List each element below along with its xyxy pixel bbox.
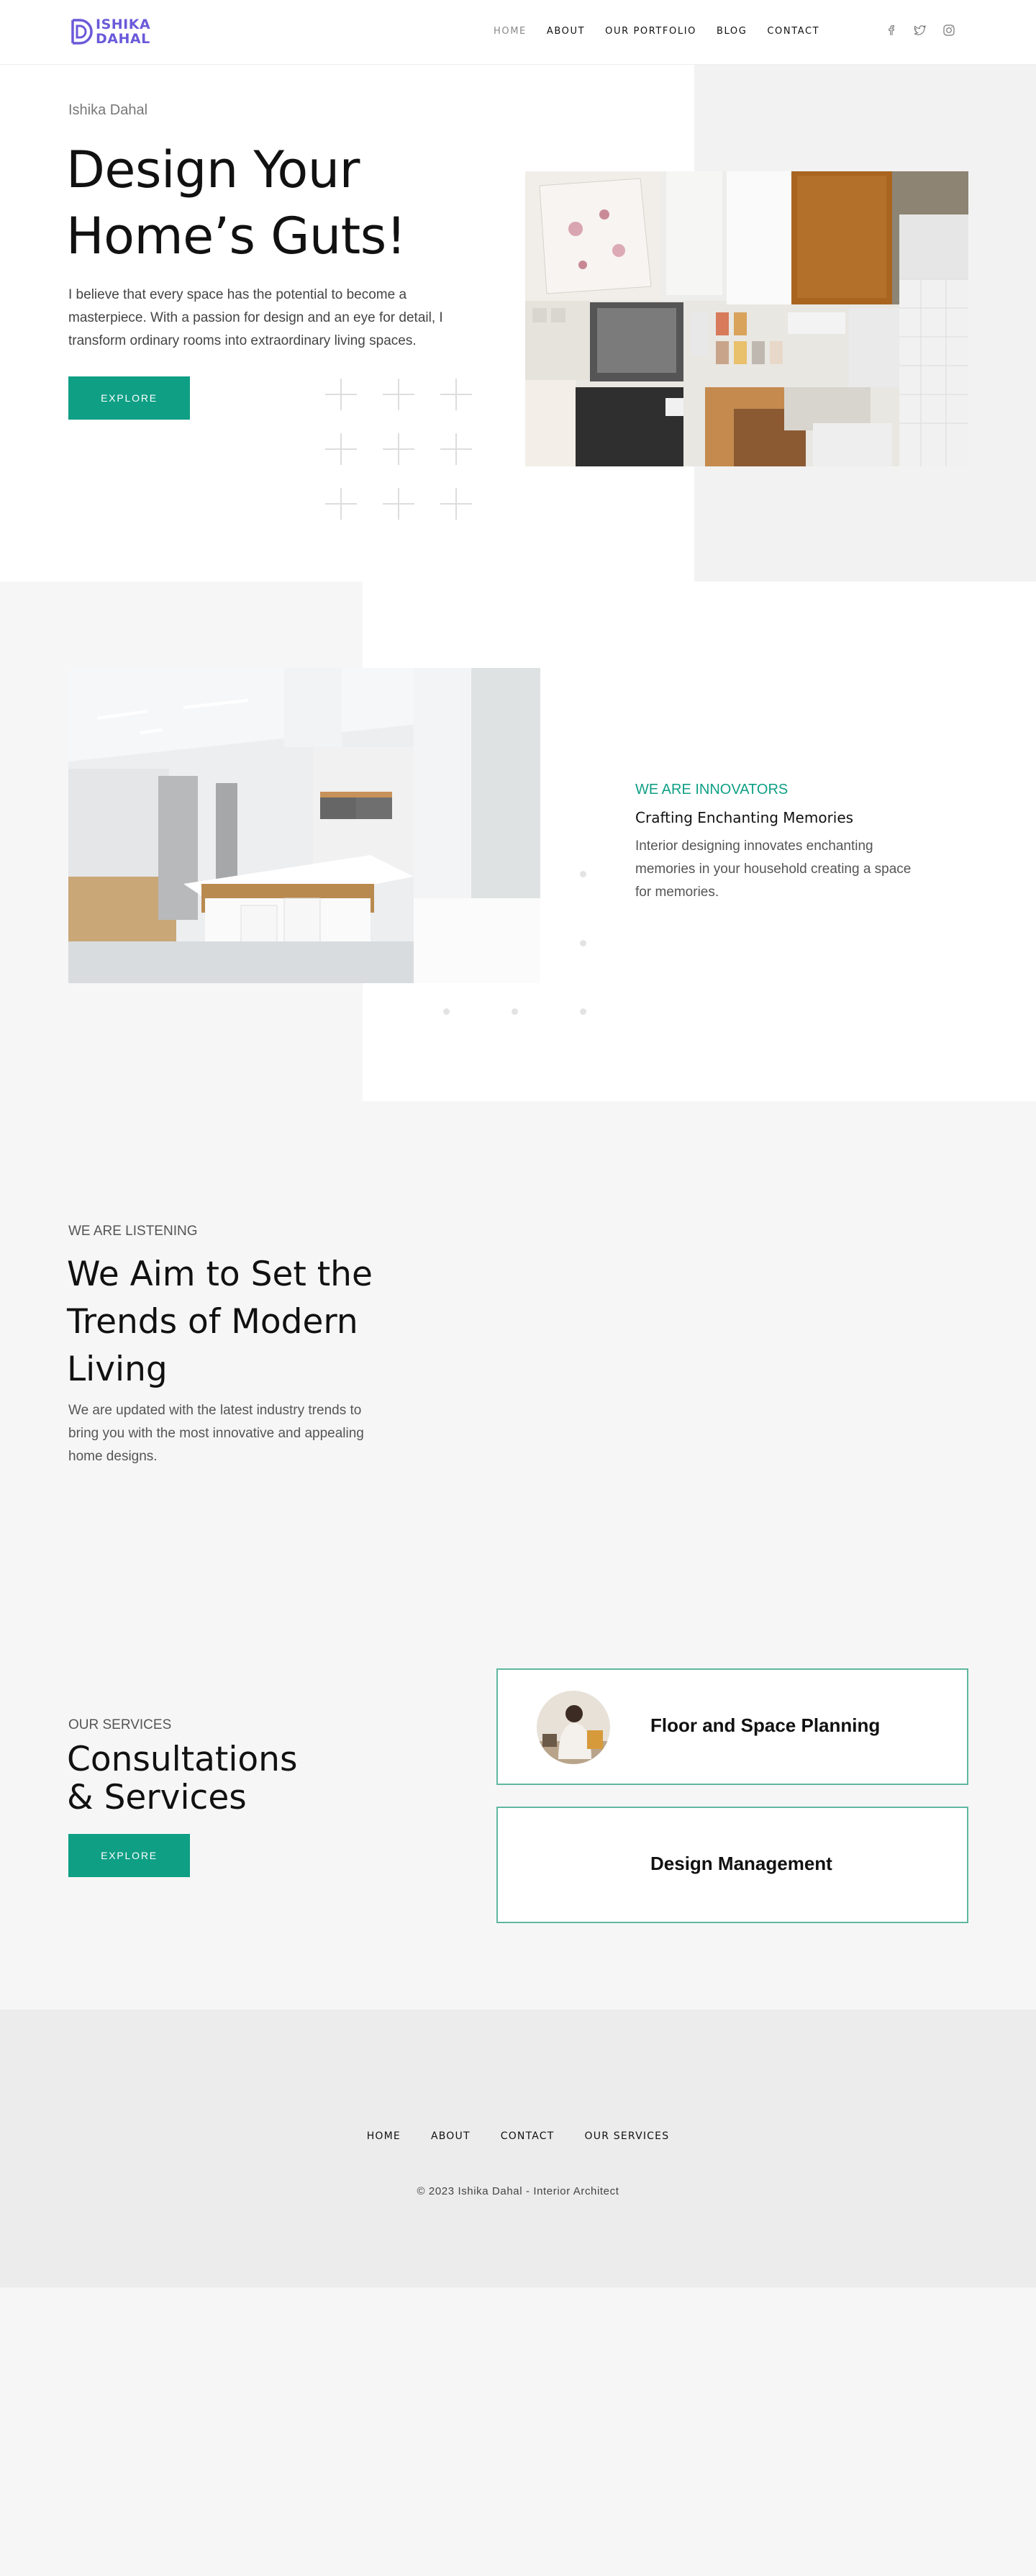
dot-decoration — [580, 940, 586, 946]
hero-title: Design Your Home’s Guts! — [66, 140, 406, 266]
services-title-line2: & Services — [67, 1778, 247, 1817]
nav-home[interactable]: HOME — [494, 26, 527, 37]
logo-text: ISHIKA DAHAL — [96, 17, 150, 46]
kitchen-image — [68, 668, 540, 983]
service-card-label: Design Management — [650, 1853, 832, 1874]
service-card-label: Floor and Space Planning — [650, 1714, 881, 1736]
services-title: Consultations & Services — [67, 1740, 355, 1817]
logo-text-line2: DAHAL — [96, 31, 150, 47]
plus-decoration — [325, 488, 357, 520]
nav-blog[interactable]: BLOG — [717, 26, 747, 37]
plus-decoration — [383, 433, 414, 465]
footer-nav-contact[interactable]: CONTACT — [501, 2130, 555, 2142]
footer-nav-home[interactable]: HOME — [367, 2130, 401, 2142]
dot-decoration — [580, 871, 586, 877]
facebook-icon[interactable] — [885, 24, 898, 37]
service-card-floor-planning[interactable]: Floor and Space Planning — [496, 1668, 968, 1785]
plus-decoration — [440, 433, 472, 465]
innovators-subtitle: Crafting Enchanting Memories — [635, 809, 854, 826]
site-header: ISHIKA DAHAL HOME ABOUT OUR PORTFOLIO BL… — [0, 0, 1036, 65]
innovators-kicker: WE ARE INNOVATORS — [635, 782, 789, 797]
instagram-icon[interactable] — [942, 24, 955, 37]
innovators-description: Interior designing innovates enchanting … — [635, 839, 912, 900]
plus-decoration — [325, 433, 357, 465]
innovators-section: WE ARE INNOVATORS Crafting Enchanting Me… — [0, 582, 1036, 1101]
plus-decoration — [440, 488, 472, 520]
hero-description: I believe that every space has the poten… — [68, 287, 443, 348]
hero-section: Ishika Dahal Design Your Home’s Guts! I … — [0, 65, 1036, 582]
logo[interactable]: ISHIKA DAHAL — [68, 16, 150, 48]
listening-description: We are updated with the latest industry … — [68, 1403, 364, 1464]
listening-title: We Aim to Set the Trends of Modern Livin… — [67, 1255, 373, 1389]
nav-portfolio[interactable]: OUR PORTFOLIO — [605, 26, 696, 37]
service-avatar-image — [537, 1691, 610, 1764]
dot-decoration — [580, 1008, 586, 1015]
nav-contact[interactable]: CONTACT — [767, 26, 819, 37]
footer-nav: HOME ABOUT CONTACT OUR SERVICES — [0, 2130, 1036, 2142]
plus-decoration — [325, 379, 357, 410]
plus-decoration — [440, 379, 472, 410]
plus-decoration — [383, 379, 414, 410]
services-explore-button[interactable]: EXPLORE — [68, 1834, 190, 1877]
logo-mark-icon — [71, 19, 93, 45]
material-samples-image — [525, 171, 968, 466]
nav-about[interactable]: ABOUT — [547, 26, 585, 37]
footer-nav-services[interactable]: OUR SERVICES — [585, 2130, 670, 2142]
hero-kicker: Ishika Dahal — [68, 102, 148, 118]
service-card-design-management[interactable]: Design Management — [496, 1807, 968, 1923]
listening-kicker: WE ARE LISTENING — [68, 1224, 198, 1239]
footer-nav-about[interactable]: ABOUT — [431, 2130, 471, 2142]
dot-decoration — [512, 1008, 518, 1015]
social-links — [885, 24, 955, 37]
hero-explore-button[interactable]: EXPLORE — [68, 376, 190, 420]
plus-decoration — [383, 488, 414, 520]
main-nav: HOME ABOUT OUR PORTFOLIO BLOG CONTACT — [494, 26, 840, 37]
logo-text-line1: ISHIKA — [96, 17, 151, 32]
services-kicker: OUR SERVICES — [68, 1717, 172, 1732]
services-title-line1: Consultations — [67, 1740, 298, 1779]
twitter-icon[interactable] — [914, 24, 927, 37]
copyright: © 2023 Ishika Dahal - Interior Architect — [417, 2185, 619, 2197]
dot-decoration — [443, 1008, 450, 1015]
site-footer: HOME ABOUT CONTACT OUR SERVICES © 2023 I… — [0, 2010, 1036, 2287]
